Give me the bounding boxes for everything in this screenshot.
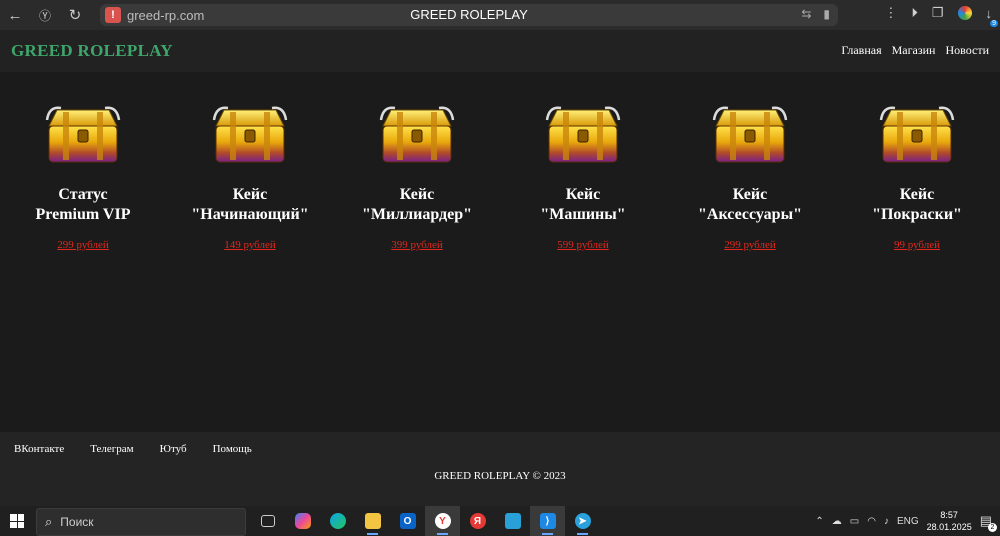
product-title-line1: Кейс — [399, 186, 435, 203]
reload-icon[interactable]: ↻ — [60, 0, 90, 30]
product-price[interactable]: 299 рублей — [675, 239, 825, 251]
clock[interactable]: 8:57 28.01.2025 — [927, 509, 972, 533]
footer-link-telegram[interactable]: Телеграм — [90, 443, 133, 455]
downloads-icon[interactable]: ↓ 9 — [986, 6, 998, 27]
clock-time: 8:57 — [940, 510, 958, 520]
nav-link-news[interactable]: Новости — [945, 43, 989, 58]
product-title-line1: Кейс — [899, 186, 935, 203]
product-title-line2: "Миллиардер" — [361, 206, 473, 223]
product-price[interactable]: 399 рублей — [342, 239, 492, 251]
site-footer: ВКонтакте Телеграм Ютуб Помощь GREED ROL… — [0, 432, 1000, 506]
chest-icon — [545, 106, 621, 164]
site-nav: Главная Магазин Новости — [841, 43, 989, 58]
product-title-line2: Premium VIP — [35, 206, 131, 223]
chest-icon — [212, 106, 288, 164]
url-text: greed-rp.com — [127, 7, 205, 23]
notification-icon[interactable]: ▤ 2 — [980, 513, 997, 532]
product-title-line1: Кейс — [565, 186, 601, 203]
remote-desktop-icon[interactable] — [495, 506, 530, 536]
footer-link-help[interactable]: Помощь — [213, 443, 252, 455]
notification-count: 2 — [988, 523, 997, 532]
yandex-browser-icon[interactable]: Y — [425, 506, 460, 536]
product-title-line2: "Покраски" — [872, 206, 962, 223]
chest-icon — [879, 106, 955, 164]
product-card[interactable]: Кейс "Начинающий" 149 рублей — [175, 102, 325, 251]
clock-date: 28.01.2025 — [926, 522, 972, 532]
copyright: GREED ROLEPLAY © 2023 — [434, 470, 566, 482]
nav-link-shop[interactable]: Магазин — [892, 43, 936, 58]
product-price[interactable]: 149 рублей — [175, 239, 325, 251]
site-warning-icon[interactable]: ! — [105, 7, 121, 23]
product-card[interactable]: Кейс "Машины" 599 рублей — [508, 102, 658, 251]
product-price[interactable]: 99 рублей — [842, 239, 992, 251]
extension-icon[interactable] — [957, 6, 972, 20]
product-grid: Статус Premium VIP 299 рублей Кейс "Начина… — [0, 72, 1000, 432]
footer-links: ВКонтакте Телеграм Ютуб Помощь — [14, 443, 252, 455]
battery-icon[interactable]: ▭ — [850, 516, 859, 527]
language-indicator[interactable]: ENG — [897, 516, 919, 527]
back-icon[interactable]: ← — [0, 0, 30, 30]
search-icon: ⌕ — [45, 514, 53, 529]
product-title-line2: "Машины" — [540, 206, 626, 223]
windows-start-icon[interactable] — [10, 514, 24, 528]
product-price[interactable]: 599 рублей — [508, 239, 658, 251]
file-explorer-icon[interactable] — [355, 506, 390, 536]
chevron-up-icon[interactable]: ⌃ — [815, 516, 823, 527]
yandex-icon[interactable]: Ⓨ — [30, 0, 60, 30]
chest-icon — [712, 106, 788, 164]
product-card[interactable]: Кейс "Покраски" 99 рублей — [842, 102, 992, 251]
taskbar: ⌕ Поиск O Y Я ⟩ ➤ ⌃ ☁ ▭ ◠ ♪ ENG 8:57 28.… — [0, 506, 1000, 536]
task-view-icon[interactable] — [250, 506, 285, 536]
product-card[interactable]: Кейс "Аксессуары" 299 рублей — [675, 102, 825, 251]
product-card[interactable]: Кейс "Миллиардер" 399 рублей — [342, 102, 492, 251]
nav-link-home[interactable]: Главная — [841, 43, 881, 58]
product-title-line1: Кейс — [732, 186, 768, 203]
product-title-line2: "Аксессуары" — [698, 206, 802, 223]
chest-icon — [379, 106, 455, 164]
onedrive-icon[interactable]: ☁ — [832, 516, 842, 527]
wifi-icon[interactable]: ◠ — [867, 516, 876, 527]
telegram-icon[interactable]: ➤ — [565, 506, 600, 536]
site-header: GREED ROLEPLAY Главная Магазин Новости — [0, 30, 1000, 72]
taskbar-search[interactable]: ⌕ Поиск — [36, 508, 246, 536]
copilot-icon[interactable] — [285, 506, 320, 536]
volume-icon[interactable]: ♪ — [884, 516, 889, 527]
vscode-icon[interactable]: ⟩ — [530, 506, 565, 536]
site-logo[interactable]: GREED ROLEPLAY — [11, 41, 173, 61]
menu-dots-icon[interactable]: ⋮ — [884, 5, 897, 21]
footer-link-youtube[interactable]: Ютуб — [160, 443, 187, 455]
product-title-line1: Кейс — [232, 186, 268, 203]
system-tray: ⌃ ☁ ▭ ◠ ♪ ENG 8:57 28.01.2025 ▤ 2 — [815, 506, 997, 536]
address-bar[interactable]: ! greed-rp.com GREED ROLEPLAY ⇆ ▮ — [100, 4, 838, 26]
page-title: GREED ROLEPLAY — [410, 7, 528, 22]
edge-icon[interactable] — [320, 506, 355, 536]
footer-link-vk[interactable]: ВКонтакте — [14, 443, 64, 455]
yandex-icon[interactable]: Я — [460, 506, 495, 536]
collections-icon[interactable]: ❐ — [932, 5, 944, 21]
product-title-line2: "Начинающий" — [191, 206, 309, 223]
translate-icon[interactable]: ⇆ — [801, 7, 811, 21]
product-card[interactable]: Статус Premium VIP 299 рублей — [8, 102, 158, 251]
product-title-line1: Статус — [58, 186, 108, 203]
bookmark-icon[interactable]: ▮ — [823, 7, 830, 21]
browser-toolbar: ← Ⓨ ↻ ! greed-rp.com GREED ROLEPLAY ⇆ ▮ … — [0, 0, 1000, 30]
chest-icon — [45, 106, 121, 164]
product-price[interactable]: 299 рублей — [8, 239, 158, 251]
outlook-icon[interactable]: O — [390, 506, 425, 536]
media-icon[interactable]: ⏵ — [911, 5, 918, 21]
search-placeholder: Поиск — [60, 515, 94, 529]
